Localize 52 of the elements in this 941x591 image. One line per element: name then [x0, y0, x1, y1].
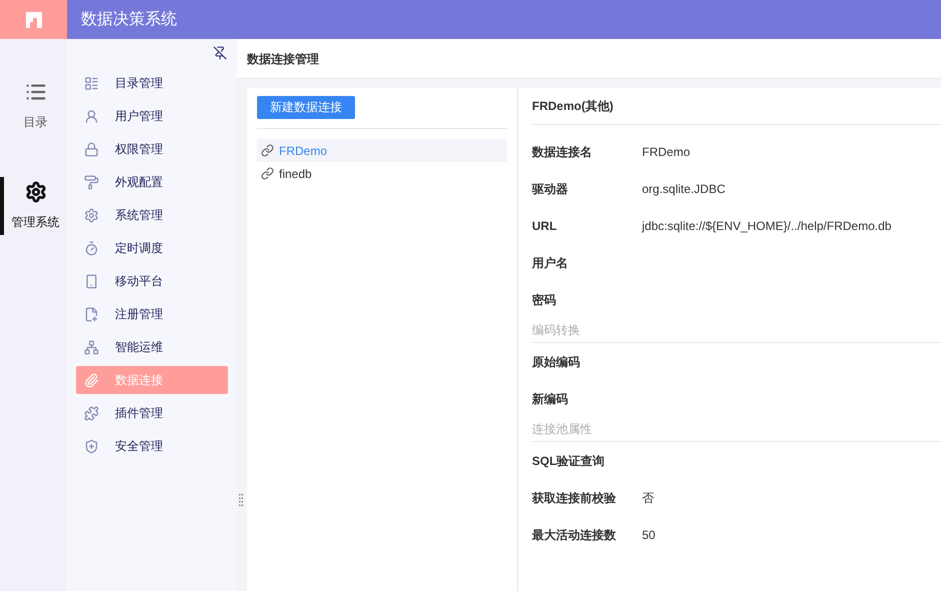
- new-connection-button[interactable]: 新建数据连接: [257, 96, 355, 118]
- field-label: URL: [532, 218, 558, 234]
- puzzle-icon: [84, 406, 99, 420]
- field-label: 密码: [532, 292, 557, 308]
- field-label: 数据连接名: [532, 144, 593, 160]
- connection-item[interactable]: finedb: [257, 162, 507, 185]
- section-heading: 连接池属性: [532, 421, 592, 438]
- network-icon: [84, 340, 99, 354]
- unpin-icon[interactable]: [213, 46, 227, 60]
- field-label: 原始编码: [532, 354, 581, 370]
- menu-item[interactable]: 智能运维: [76, 333, 228, 361]
- settings-icon: [24, 181, 46, 203]
- shield-icon: [84, 438, 99, 454]
- field-value: org.sqlite.JDBC: [642, 180, 726, 198]
- menu-item[interactable]: 用户管理: [76, 102, 228, 130]
- menu-item[interactable]: 插件管理: [76, 399, 228, 427]
- field-label: 驱动器: [532, 180, 569, 198]
- menu-item[interactable]: 注册管理: [76, 300, 228, 328]
- menu-item[interactable]: 外观配置: [76, 168, 228, 196]
- phone-icon: [84, 274, 99, 288]
- logo-icon: [24, 10, 44, 30]
- link-icon: [261, 167, 274, 180]
- field-label: 最大活动连接数: [532, 526, 617, 544]
- settings-icon: [84, 208, 99, 222]
- detail-title: FRDemo(其他): [532, 98, 614, 115]
- list-icon: [84, 76, 99, 90]
- menu-item[interactable]: 安全管理: [76, 432, 228, 460]
- field-value: jdbc:sqlite://${ENV_HOME}/../help/FRDemo.db: [642, 218, 892, 234]
- field-label: 新编码: [532, 390, 569, 408]
- link-icon: [261, 144, 274, 157]
- app-title: 数据决策系统: [81, 10, 177, 30]
- menu-item[interactable]: 权限管理: [76, 135, 228, 163]
- field-value: FRDemo: [642, 144, 690, 160]
- section-heading: 编码转换: [532, 322, 580, 339]
- paperclip-icon: [84, 372, 99, 388]
- file-plus-icon: [84, 306, 99, 322]
- menu-item[interactable]: 系统管理: [76, 201, 228, 229]
- page-title: 数据连接管理: [247, 50, 319, 68]
- field-label: 获取连接前校验: [532, 490, 617, 506]
- field-label: SQL验证查询: [532, 452, 606, 470]
- timer-icon: [84, 240, 99, 256]
- menu-item[interactable]: 定时调度: [76, 234, 228, 262]
- menu-item[interactable]: 目录管理: [76, 69, 228, 97]
- paint-roller-icon: [84, 174, 99, 190]
- menu-item[interactable]: 移动平台: [76, 267, 228, 295]
- user-icon: [84, 108, 99, 124]
- resize-handle-icon[interactable]: [239, 494, 243, 506]
- lock-icon: [84, 142, 99, 156]
- rail-item[interactable]: 目录: [0, 77, 67, 135]
- field-value: 否: [642, 490, 654, 506]
- field-label: 用户名: [532, 254, 569, 272]
- field-value: 50: [642, 526, 656, 544]
